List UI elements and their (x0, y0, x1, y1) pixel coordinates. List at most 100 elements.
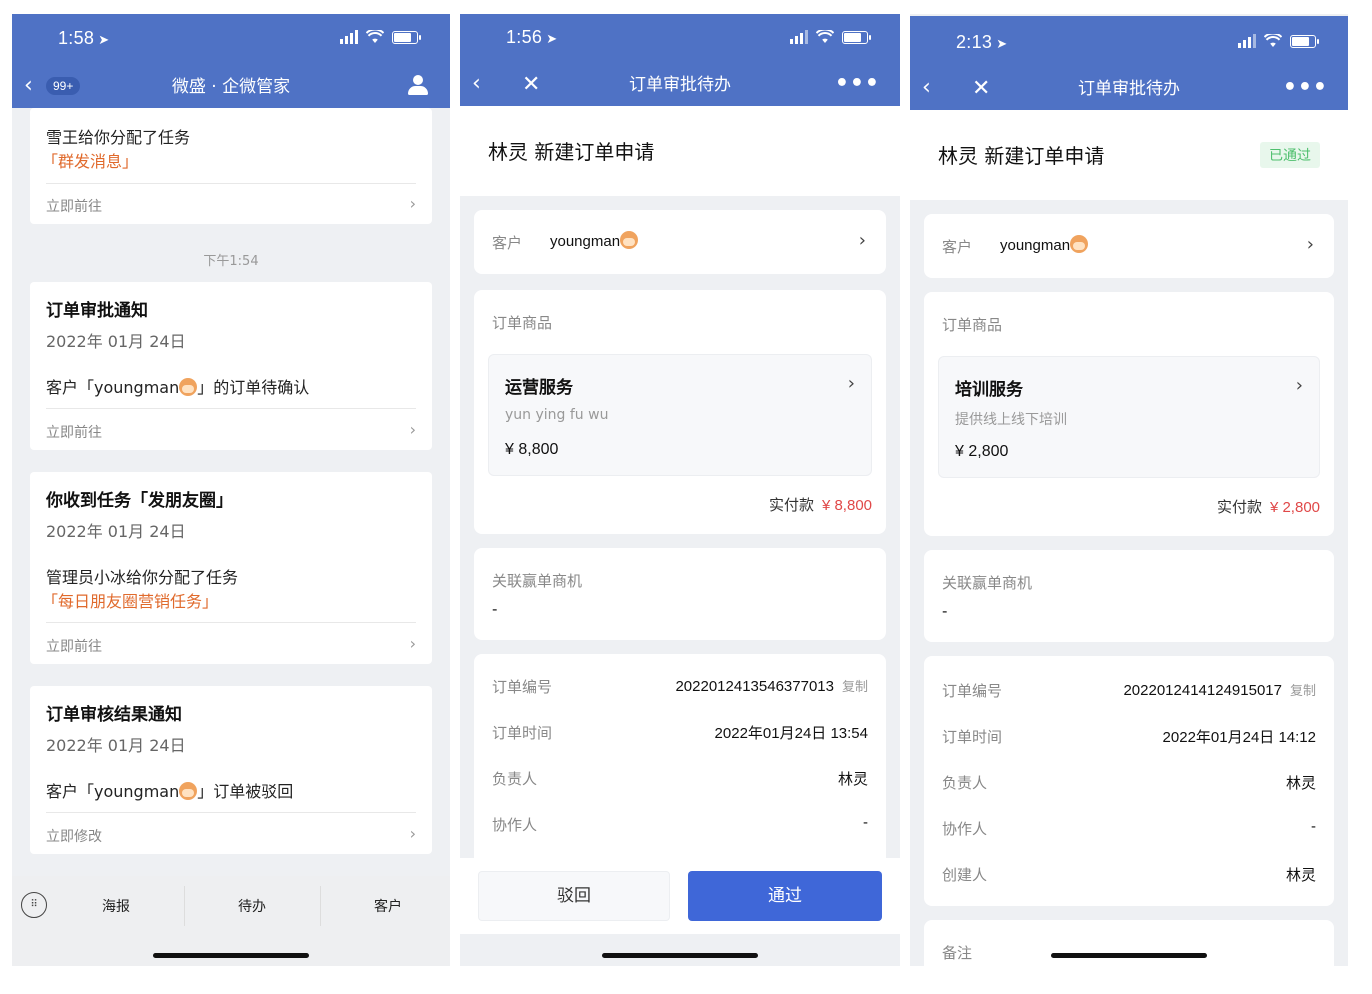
copy-button[interactable]: 复制 (842, 679, 868, 694)
avatar-emoji-icon (179, 378, 198, 396)
action-bar: 驳回 通过 (460, 858, 900, 934)
location-arrow-icon: ➤ (546, 31, 558, 46)
chevron-right-icon: › (409, 824, 416, 843)
message-highlight: 「每日朋友圈营销任务」 (42, 592, 219, 611)
customer-value: youngman (1000, 235, 1089, 254)
message-title: 订单审核结果通知 (46, 705, 182, 725)
product-item[interactable]: 运营服务 yun ying fu wu ¥ 8,800 › (488, 354, 872, 476)
paid-amount: 实付款 ¥ 8,800 (768, 496, 872, 514)
collaborator-value: - (1311, 818, 1316, 835)
customer-label: 客户 (942, 238, 973, 256)
product-price: ¥ 8,800 (505, 441, 559, 458)
order-time-label: 订单时间 (492, 724, 553, 742)
unread-badge[interactable]: 99+ (46, 77, 81, 95)
approval-detail: 林灵 新建订单申请 已通过 客户 youngman › 订单商品 培训服务 提供… (910, 110, 1348, 966)
product-desc: yun ying fu wu (505, 407, 609, 423)
opportunity-label: 关联赢单商机 (942, 574, 1033, 592)
request-header: 林灵 新建订单申请 已通过 (910, 110, 1348, 200)
product-name: 培训服务 (955, 380, 1023, 400)
back-chevron-icon[interactable]: ‹ (472, 73, 481, 95)
order-no-label: 订单编号 (942, 682, 1003, 700)
location-arrow-icon: ➤ (996, 36, 1008, 51)
order-goods-card: 订单商品 培训服务 提供线上线下培训 ¥ 2,800 › 实付款 ¥ 2,800 (924, 292, 1334, 536)
message-title: 订单审批通知 (46, 301, 148, 321)
message-card-moments-task[interactable]: 你收到任务「发朋友圈」 2022年 01月 24日 管理员小冰给你分配了任务 「… (30, 472, 432, 664)
request-header: 林灵 新建订单申请 (460, 106, 900, 196)
customer-row[interactable]: 客户 youngman › (924, 214, 1334, 278)
remark-card: 备注 (924, 920, 1334, 966)
tab-customer[interactable]: 客户 (374, 896, 402, 916)
status-bar: 2:13 ➤ (910, 16, 1348, 70)
request-title: 林灵 新建订单申请 (938, 144, 1105, 168)
back-chevron-icon[interactable]: ‹ (24, 75, 33, 97)
collaborator-label: 协作人 (942, 820, 988, 838)
signal-icon (340, 30, 358, 44)
chevron-right-icon: › (1295, 375, 1303, 396)
order-no: 2022012414124915017 复制 (1123, 682, 1316, 699)
chevron-right-icon: › (409, 194, 416, 213)
chevron-right-icon: › (409, 420, 416, 439)
avatar-emoji-icon (620, 231, 639, 249)
modify-link[interactable]: 立即修改 (46, 826, 102, 846)
phone-message-list: 1:58 ➤ 微盛 · 企微管家 ‹ 99+ 雪王给你分配了任务 「群发消息」 立… (12, 14, 450, 966)
order-time-label: 订单时间 (942, 728, 1003, 746)
order-goods-card: 订单商品 运营服务 yun ying fu wu ¥ 8,800 › 实付款 ¥ … (474, 290, 886, 534)
back-chevron-icon[interactable]: ‹ (922, 77, 931, 99)
wifi-icon (816, 30, 834, 43)
message-highlight: 「群发消息」 (42, 152, 139, 171)
opportunity-card: 关联赢单商机 - (474, 548, 886, 640)
owner-label: 负责人 (492, 770, 538, 788)
tab-todo[interactable]: 待办 (238, 896, 266, 916)
more-icon[interactable]: ••• (1283, 75, 1328, 100)
nav-bar: 订单审批待办 ‹ ✕ ••• (460, 64, 900, 106)
go-link[interactable]: 立即前往 (46, 422, 102, 442)
order-time: 2022年01月24日 13:54 (714, 725, 868, 742)
status-bar: 1:58 ➤ (12, 14, 450, 66)
divider (46, 408, 416, 409)
signal-icon (790, 30, 808, 44)
creator-value: 林灵 (1285, 867, 1316, 884)
message-timestamp: 下午1:54 (203, 254, 259, 269)
message-body: 客户「youngman 」订单被驳回 (46, 782, 294, 801)
order-time: 2022年01月24日 14:12 (1162, 729, 1316, 746)
approval-detail: 林灵 新建订单申请 客户 youngman › 订单商品 运营服务 yun yi… (460, 106, 900, 966)
go-link[interactable]: 立即前往 (46, 636, 102, 656)
phone-approval-pending: 1:56 ➤ 订单审批待办 ‹ ✕ ••• 林灵 新建订单申请 客户 youngm… (460, 14, 900, 966)
keyboard-icon[interactable]: ⠿ (21, 892, 47, 918)
battery-icon (1290, 34, 1319, 48)
more-icon[interactable]: ••• (835, 71, 880, 96)
divider (184, 886, 185, 926)
reject-button[interactable]: 驳回 (478, 871, 670, 921)
message-body: 管理员小冰给你分配了任务 (46, 568, 239, 587)
message-body: 客户「youngman 」的订单待确认 (46, 378, 310, 397)
copy-button[interactable]: 复制 (1290, 683, 1316, 698)
creator-label: 创建人 (942, 866, 988, 884)
order-no-label: 订单编号 (492, 678, 553, 696)
home-indicator (602, 953, 758, 958)
approve-button[interactable]: 通过 (688, 871, 882, 921)
customer-row[interactable]: 客户 youngman › (474, 210, 886, 274)
bottom-menu-bar: ⠿ 海报 待办 客户 (12, 876, 450, 966)
message-card-order-approval[interactable]: 订单审批通知 2022年 01月 24日 客户「youngman 」的订单待确认 … (30, 282, 432, 450)
home-indicator (153, 953, 309, 958)
close-icon[interactable]: ✕ (522, 72, 540, 97)
message-card-review-result[interactable]: 订单审核结果通知 2022年 01月 24日 客户「youngman 」订单被驳回… (30, 686, 432, 854)
wifi-icon (366, 30, 384, 43)
tab-poster[interactable]: 海报 (102, 896, 130, 916)
close-icon[interactable]: ✕ (972, 76, 990, 101)
battery-icon (392, 30, 421, 44)
message-date: 2022年 01月 24日 (46, 736, 186, 755)
product-price: ¥ 2,800 (955, 443, 1009, 460)
status-time: 1:56 ➤ (506, 27, 558, 47)
goods-label: 订单商品 (492, 314, 553, 332)
go-link[interactable]: 立即前往 (46, 196, 102, 216)
nav-bar: 微盛 · 企微管家 ‹ 99+ (12, 66, 450, 108)
customer-label: 客户 (492, 234, 523, 252)
status-time: 1:58 ➤ (58, 28, 110, 48)
user-icon[interactable] (408, 75, 428, 97)
product-item[interactable]: 培训服务 提供线上线下培训 ¥ 2,800 › (938, 356, 1320, 478)
order-detail-card: 订单编号 2022012413546377013 复制 订单时间 2022年01月… (474, 654, 886, 874)
message-card-task[interactable]: 雪王给你分配了任务 「群发消息」 立即前往 › (30, 108, 432, 224)
order-detail-card: 订单编号 2022012414124915017 复制 订单时间 2022年01月… (924, 656, 1334, 906)
divider (46, 812, 416, 813)
